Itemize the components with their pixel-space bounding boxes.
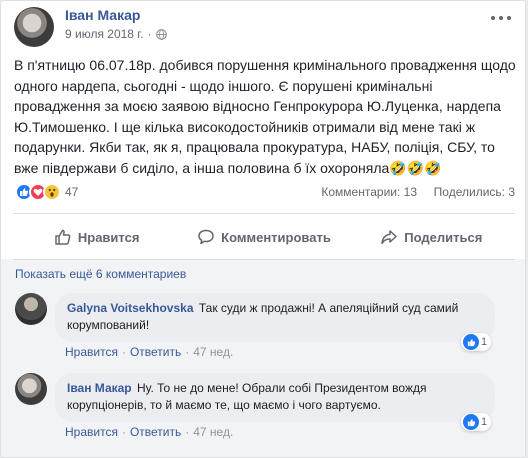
show-more-comments-link[interactable]: Показать ещё 6 комментариев xyxy=(15,267,186,281)
commenter-name[interactable]: Galyna Voitsekhovska xyxy=(67,301,194,315)
comments-section: Показать ещё 6 комментариев Galyna Voits… xyxy=(1,259,525,457)
share-icon xyxy=(381,230,398,245)
avatar[interactable] xyxy=(15,373,47,405)
post-date[interactable]: 9 июля 2018 г. xyxy=(65,27,144,41)
separator: · xyxy=(185,425,190,439)
author-avatar[interactable] xyxy=(14,7,54,47)
divider xyxy=(13,213,515,214)
share-count[interactable]: Поделились: 3 xyxy=(434,185,515,199)
post-header: Іван Макар 9 июля 2018 г. · xyxy=(1,1,525,49)
comment-actions: Нравится · Ответить · 47 нед. xyxy=(65,425,233,439)
post-body: В п'ятницю 06.07.18р. добився порушення … xyxy=(14,57,516,176)
comment-like-link[interactable]: Нравится xyxy=(65,425,118,439)
thumbs-up-icon xyxy=(55,229,71,245)
stats-counts: Комментарии: 13 Поделились: 3 xyxy=(321,185,515,199)
comment-time[interactable]: 47 нед. xyxy=(193,425,233,439)
author-name[interactable]: Іван Макар xyxy=(65,7,140,23)
comment-label: Комментировать xyxy=(221,229,331,245)
like-reaction-icon xyxy=(463,334,479,350)
post-stats: 47 Комментарии: 13 Поделились: 3 xyxy=(15,183,515,203)
comment-reply-link[interactable]: Ответить xyxy=(130,425,181,439)
post-actions: Нравится Комментировать Поделиться xyxy=(13,215,515,259)
comment-actions: Нравится · Ответить · 47 нед. xyxy=(65,345,233,359)
avatar[interactable] xyxy=(15,293,47,325)
like-button[interactable]: Нравится xyxy=(13,215,180,259)
comment-reaction-count: 1 xyxy=(481,416,488,428)
commenter-name[interactable]: Іван Макар xyxy=(67,381,132,395)
post-text: В п'ятницю 06.07.18р. добився порушення … xyxy=(14,55,519,178)
share-button[interactable]: Поделиться xyxy=(348,215,515,259)
like-reaction-icon xyxy=(463,414,479,430)
laugh-emoji: 🤣🤣🤣 xyxy=(389,159,442,176)
dot-icon xyxy=(499,16,503,20)
reactions-summary[interactable]: 47 xyxy=(15,183,78,201)
separator: · xyxy=(121,345,126,359)
post-card: Іван Макар 9 июля 2018 г. · В п'ятницю 0… xyxy=(0,0,526,458)
comment-reaction-badge[interactable]: 1 xyxy=(461,333,492,351)
comment-like-link[interactable]: Нравится xyxy=(65,345,118,359)
comment-time[interactable]: 47 нед. xyxy=(193,345,233,359)
comment-count[interactable]: Комментарии: 13 xyxy=(321,185,417,199)
separator: · xyxy=(121,425,126,439)
wow-reaction-icon xyxy=(43,183,61,201)
post-meta: 9 июля 2018 г. · xyxy=(65,27,167,41)
like-label: Нравится xyxy=(77,229,140,245)
comment-bubble: Іван Макар Ну. То не до мене! Обрали соб… xyxy=(55,373,495,422)
separator: · xyxy=(185,345,190,359)
comment-reaction-count: 1 xyxy=(481,336,488,348)
comment-bubble: Galyna Voitsekhovska Так суди ж продажні… xyxy=(55,293,495,342)
dot-icon xyxy=(507,16,511,20)
comment-button[interactable]: Комментировать xyxy=(180,215,347,259)
comment-reply-link[interactable]: Ответить xyxy=(130,345,181,359)
globe-icon[interactable] xyxy=(155,28,167,40)
reaction-count: 47 xyxy=(65,185,79,199)
comment-icon xyxy=(198,229,214,245)
dot-icon xyxy=(491,16,495,20)
comment-reaction-badge[interactable]: 1 xyxy=(461,413,492,431)
divider xyxy=(13,259,515,260)
share-label: Поделиться xyxy=(404,229,483,245)
post-options-button[interactable] xyxy=(491,13,511,23)
meta-separator: · xyxy=(147,27,152,41)
